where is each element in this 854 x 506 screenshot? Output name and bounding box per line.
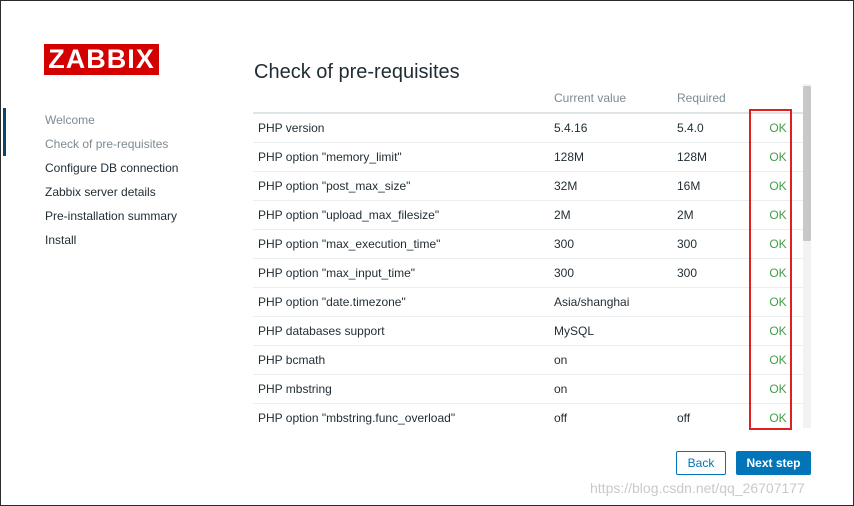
requirement-name: PHP option "memory_limit" <box>253 142 554 172</box>
current-value: MySQL <box>554 316 677 346</box>
current-value: off <box>554 403 677 428</box>
current-value: 2M <box>554 200 677 230</box>
required-value <box>677 287 753 317</box>
current-value: 300 <box>554 229 677 259</box>
table-scrollbar[interactable] <box>803 84 811 428</box>
table-row: PHP option "memory_limit" 128M 128M OK <box>253 142 803 172</box>
table-row: PHP bcmath on OK <box>253 345 803 375</box>
nav-step-install: Install <box>45 233 77 247</box>
current-value: 128M <box>554 142 677 172</box>
requirement-name: PHP version <box>253 113 554 143</box>
required-value: 5.4.0 <box>677 113 753 143</box>
table-row: PHP option "max_input_time" 300 300 OK <box>253 258 803 288</box>
nav-step-prerequisites: Check of pre-requisites <box>0 108 230 156</box>
table-header-row: Current value Required <box>253 84 803 114</box>
ok-column-highlight-box <box>749 109 792 430</box>
setup-steps-nav: Welcome Check of pre-requisites Configur… <box>0 108 230 252</box>
required-value: 300 <box>677 229 753 259</box>
table-row: PHP databases support MySQL OK <box>253 316 803 346</box>
current-value: on <box>554 345 677 375</box>
current-value: 32M <box>554 171 677 201</box>
required-value <box>677 316 753 346</box>
next-step-button[interactable]: Next step <box>736 451 811 475</box>
requirement-name: PHP bcmath <box>253 345 554 375</box>
requirement-name: PHP option "post_max_size" <box>253 171 554 201</box>
requirement-name: PHP mbstring <box>253 374 554 404</box>
nav-step-db-connection: Configure DB connection <box>45 161 179 175</box>
current-value: Asia/shanghai <box>554 287 677 317</box>
table-row: PHP option "date.timezone" Asia/shanghai O… <box>253 287 803 317</box>
required-value: 300 <box>677 258 753 288</box>
requirement-name: PHP option "mbstring.func_overload" <box>253 403 554 428</box>
requirement-name: PHP option "max_execution_time" <box>253 229 554 259</box>
header-name <box>253 84 554 114</box>
prerequisites-table-container[interactable]: Current value Required PHP version 5.4.16… <box>253 84 803 428</box>
nav-step-welcome: Welcome <box>45 113 95 127</box>
table-row: PHP option "mbstring.func_overload" off of… <box>253 403 803 428</box>
current-value: on <box>554 374 677 404</box>
header-current-value: Current value <box>554 84 677 114</box>
watermark-text: https://blog.csdn.net/qq_26707177 <box>590 480 805 496</box>
header-required: Required <box>677 84 753 114</box>
required-value: 16M <box>677 171 753 201</box>
table-row: PHP option "post_max_size" 32M 16M OK <box>253 171 803 201</box>
required-value <box>677 345 753 375</box>
nav-step-summary: Pre-installation summary <box>45 209 178 223</box>
table-row: PHP mbstring on OK <box>253 374 803 404</box>
page-title: Check of pre-requisites <box>254 61 460 84</box>
requirement-name: PHP option "upload_max_filesize" <box>253 200 554 230</box>
table-row: PHP option "upload_max_filesize" 2M 2M OK <box>253 200 803 230</box>
required-value: 2M <box>677 200 753 230</box>
requirement-name: PHP option "date.timezone" <box>253 287 554 317</box>
table-row: PHP option "max_execution_time" 300 300 OK <box>253 229 803 259</box>
required-value <box>677 374 753 404</box>
required-value: off <box>677 403 753 428</box>
prerequisites-table: Current value Required PHP version 5.4.16… <box>253 84 803 428</box>
requirement-name: PHP option "max_input_time" <box>253 258 554 288</box>
back-button[interactable]: Back <box>676 451 726 475</box>
nav-step-server-details: Zabbix server details <box>45 185 156 199</box>
requirement-name: PHP databases support <box>253 316 554 346</box>
scrollbar-thumb[interactable] <box>803 86 811 241</box>
zabbix-logo: ZABBIX <box>44 44 159 75</box>
table-row: PHP version 5.4.16 5.4.0 OK <box>253 113 803 143</box>
current-value: 5.4.16 <box>554 113 677 143</box>
current-value: 300 <box>554 258 677 288</box>
required-value: 128M <box>677 142 753 172</box>
